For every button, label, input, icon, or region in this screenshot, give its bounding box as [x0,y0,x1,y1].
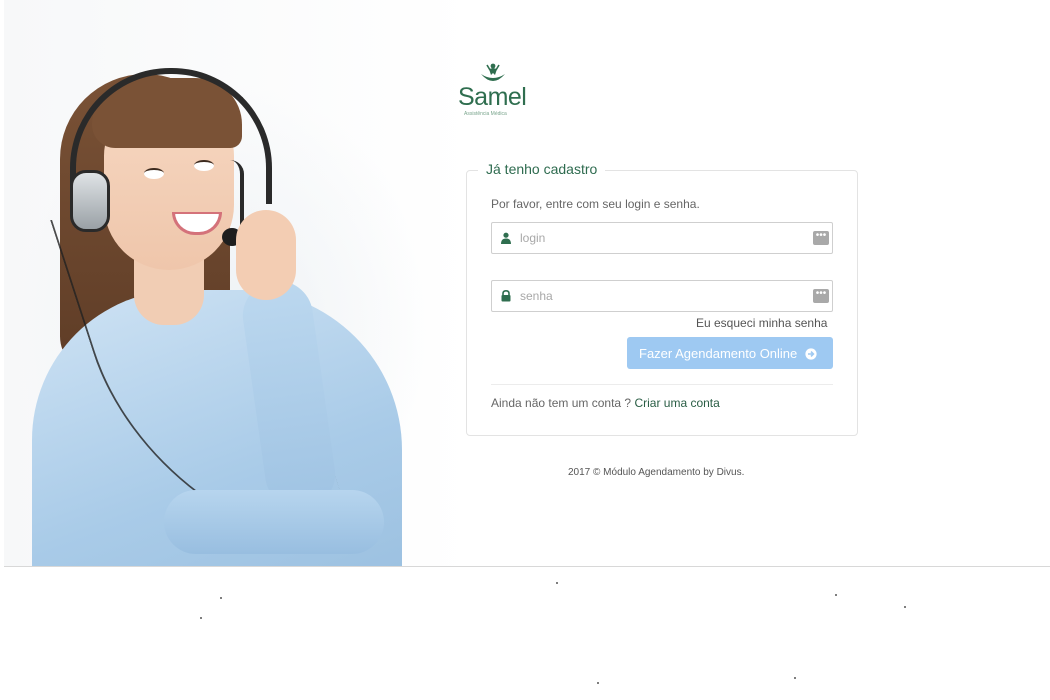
panel-title: Já tenho cadastro [478,161,606,177]
scan-speck [200,617,202,619]
logo-figure-icon [481,63,505,81]
password-input[interactable] [520,286,800,306]
lock-icon [501,290,511,302]
forgot-password-link[interactable]: Eu esqueci minha senha [696,316,827,330]
logo-wordmark: Samel [458,83,527,111]
samel-logo: Samel Assistência Médica [458,62,538,117]
scan-speck [556,582,558,584]
create-account-link[interactable]: Criar uma conta [634,396,719,410]
login-instructions: Por favor, entre com seu login e senha. [491,197,700,211]
arrow-circle-right-icon [805,347,817,360]
scan-speck [220,597,222,599]
scan-speck [835,594,837,596]
support-agent-illustration [4,60,434,566]
footer-copyright: 2017 © Módulo Agendamento by Divus. [568,467,745,478]
signup-row: Ainda não tem um conta ? Criar uma conta [491,396,720,410]
schedule-online-button-label: Fazer Agendamento Online [639,345,798,361]
login-input[interactable] [520,228,800,248]
scan-speck [794,677,796,679]
scan-speck [597,682,599,684]
ellipsis-icon[interactable]: ••• [813,289,829,303]
password-field[interactable]: ••• [491,280,833,312]
scan-speck [904,606,906,608]
schedule-online-button[interactable]: Fazer Agendamento Online [627,337,833,369]
signup-prompt: Ainda não tem um conta ? [491,396,632,410]
user-icon [501,232,511,244]
panel-divider [491,384,833,385]
ellipsis-icon[interactable]: ••• [813,231,829,245]
login-field[interactable]: ••• [491,222,833,254]
logo-subtitle: Assistência Médica [464,111,507,117]
